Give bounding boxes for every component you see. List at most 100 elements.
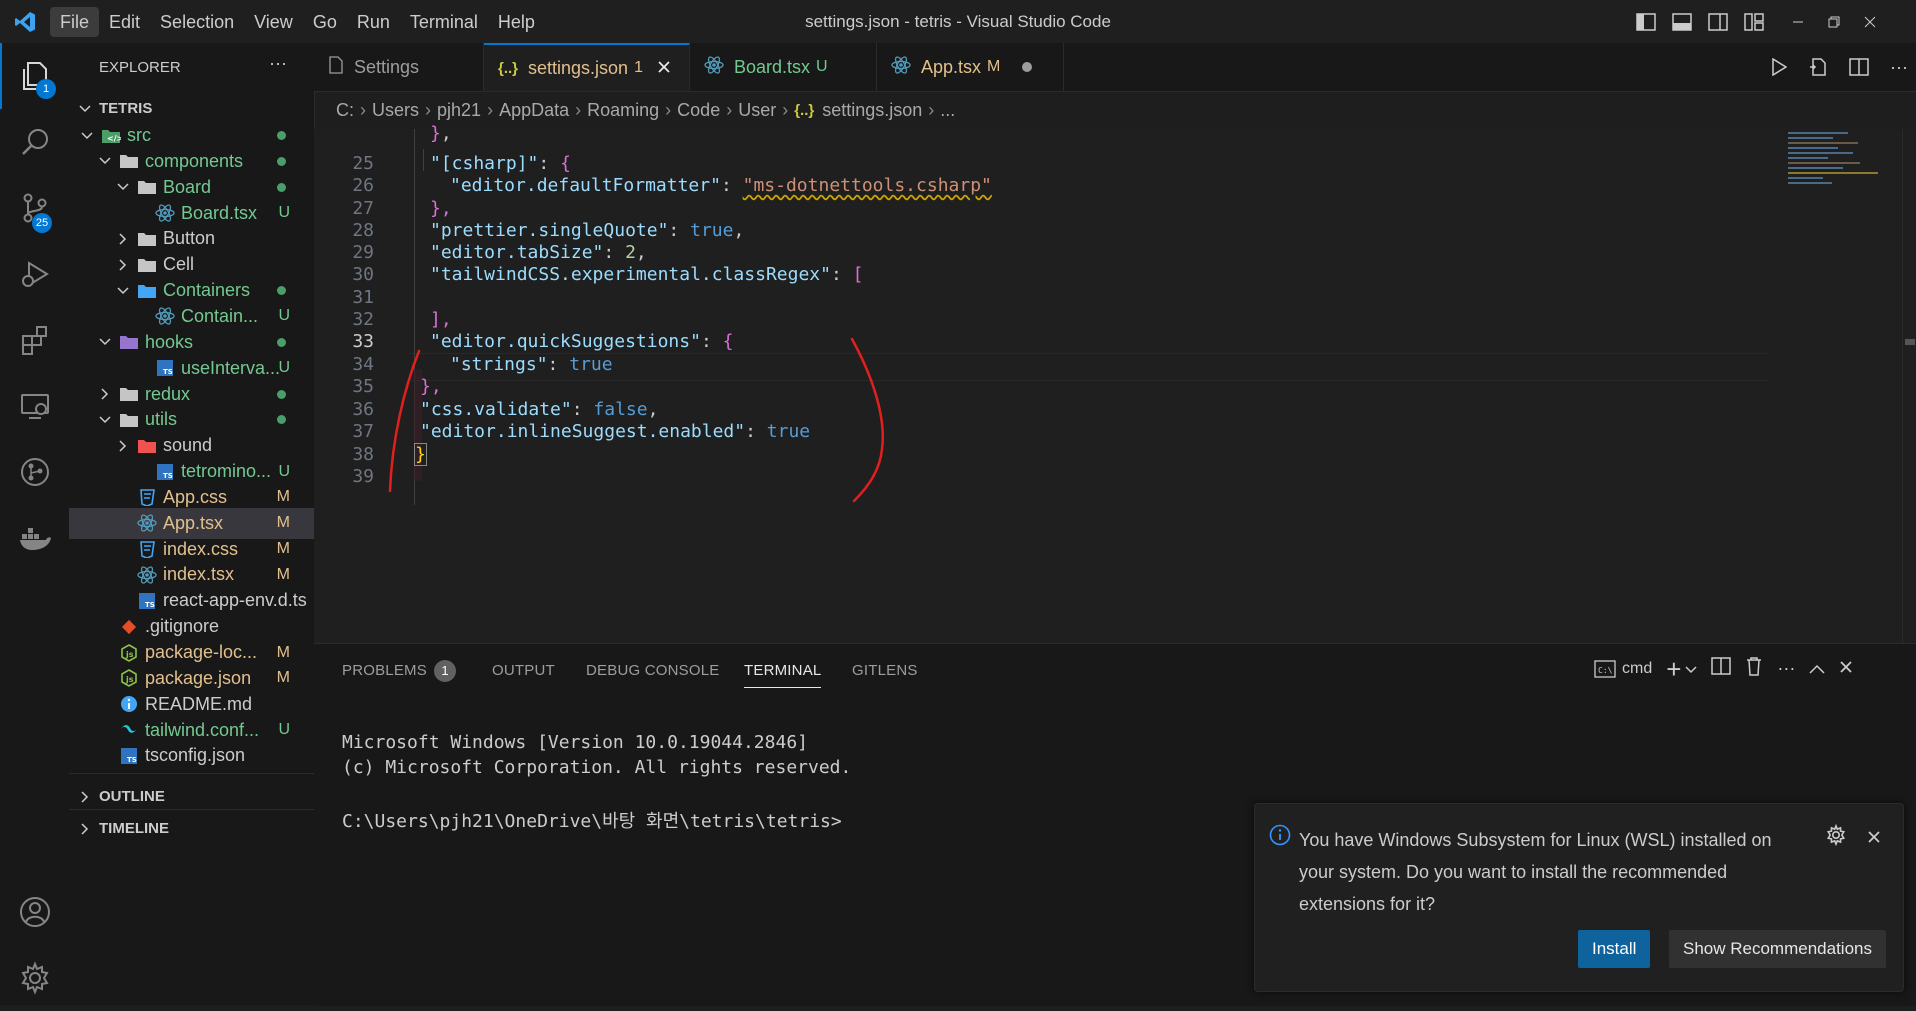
tab-app-tsx[interactable]: App.tsx M: [877, 43, 1064, 91]
code-editor[interactable]: 25 26 27 28 29 30 31 32 33 34 35 36 37 38 39 }, "[csha…: [314, 123, 1916, 643]
tab-settings-json[interactable]: {..} settings.json 1: [484, 43, 690, 91]
explorer-sidebar: EXPLORER ··· TETRIS </> src components Boar…: [69, 43, 315, 1005]
breadcrumb-item[interactable]: C:: [336, 100, 354, 121]
terminal-prompt[interactable]: C:\Users\pjh21\OneDrive\바탕 화면\tetris\tet…: [342, 807, 842, 833]
search-icon[interactable]: [0, 109, 69, 175]
breadcrumb-item[interactable]: Roaming: [587, 100, 659, 121]
source-control-icon[interactable]: 25: [0, 175, 69, 241]
svg-text:C:\: C:\: [1598, 666, 1613, 675]
tab-board-tsx[interactable]: Board.tsx U: [690, 43, 877, 91]
breadcrumb-item[interactable]: ...: [940, 100, 955, 121]
git-status-dot-icon: [277, 286, 286, 296]
wsl-notification: You have Windows Subsystem for Linux (WS…: [1254, 803, 1904, 992]
explorer-icon[interactable]: 1: [0, 43, 69, 109]
close-panel-icon[interactable]: [1839, 658, 1853, 679]
chevron-down-icon: [77, 101, 93, 117]
menu-go[interactable]: Go: [303, 7, 347, 37]
panel-tab-output[interactable]: OUTPUT: [492, 662, 555, 679]
tree-item-label: index.tsx: [163, 564, 235, 585]
install-button[interactable]: Install: [1578, 930, 1651, 968]
notification-close-icon[interactable]: [1867, 828, 1881, 849]
docker-icon[interactable]: [0, 505, 69, 571]
maximize-panel-icon[interactable]: [1809, 658, 1825, 679]
split-terminal-icon[interactable]: [1711, 657, 1732, 680]
new-terminal-icon[interactable]: +: [1666, 656, 1681, 682]
timeline-section[interactable]: TIMELINE: [69, 813, 314, 844]
close-icon[interactable]: [657, 58, 671, 79]
terminal-line: Microsoft Windows [Version 10.0.19044.28…: [342, 732, 808, 753]
chevron-down-icon[interactable]: [1685, 658, 1697, 679]
git-status-dot-icon: [277, 156, 286, 166]
split-editor-icon[interactable]: [1844, 52, 1874, 82]
panel-tab-terminal[interactable]: TERMINAL: [744, 662, 822, 688]
restore-icon[interactable]: [1816, 7, 1852, 37]
breadcrumb-item[interactable]: AppData: [499, 100, 569, 121]
annotation-drawing: [388, 337, 884, 503]
menu-help[interactable]: Help: [488, 7, 545, 37]
extensions-icon[interactable]: [0, 307, 69, 373]
tab-label: settings.json: [528, 57, 629, 78]
folder-icon: [119, 151, 139, 171]
more-actions-icon[interactable]: ···: [1884, 52, 1914, 82]
tree-item-label: Containers: [163, 280, 251, 301]
chevron-right-icon: [115, 257, 131, 273]
open-settings-ui-icon[interactable]: [1804, 52, 1834, 82]
more-actions-icon[interactable]: ···: [1777, 658, 1795, 679]
notification-message-line: You have Windows Subsystem for Linux (WS…: [1299, 830, 1772, 850]
folder-purple-icon: [119, 332, 139, 352]
menu-run[interactable]: Run: [347, 7, 400, 37]
accounts-icon[interactable]: [0, 879, 69, 945]
minimize-icon[interactable]: [1780, 7, 1816, 37]
chevron-right-icon: [77, 821, 93, 837]
toggle-panel-icon[interactable]: [1664, 7, 1700, 37]
tree-item-label: index.css: [163, 538, 239, 559]
breadcrumb-item[interactable]: Users: [372, 100, 419, 121]
menu-edit[interactable]: Edit: [99, 7, 150, 37]
npm-icon: js: [119, 643, 139, 663]
vscode-logo-icon: [0, 0, 50, 43]
show-recommendations-button[interactable]: Show Recommendations: [1669, 930, 1886, 968]
react-icon: [137, 513, 157, 533]
breadcrumb-item[interactable]: User: [738, 100, 776, 121]
breadcrumb-item[interactable]: pjh21: [437, 100, 481, 121]
folder-icon: [119, 410, 139, 430]
panel-tab-gitlens[interactable]: GITLENS: [852, 662, 918, 679]
toggle-secondary-sidebar-icon[interactable]: [1700, 7, 1736, 37]
notification-message-line: your system. Do you want to install the …: [1299, 862, 1728, 882]
tab-settings[interactable]: Settings: [314, 43, 484, 91]
editor-scrollbar[interactable]: [1902, 129, 1916, 643]
close-window-icon[interactable]: [1852, 7, 1888, 37]
menu-terminal[interactable]: Terminal: [400, 7, 488, 37]
npm-icon: js: [119, 668, 139, 688]
menu-file[interactable]: File: [50, 6, 100, 37]
tree-item-label: hooks: [145, 331, 194, 352]
explorer-more-button[interactable]: ···: [269, 53, 287, 74]
react-icon: [704, 55, 724, 80]
outline-section[interactable]: OUTLINE: [69, 781, 314, 812]
chevron-right-icon: [115, 438, 131, 454]
remote-explorer-icon[interactable]: [0, 373, 69, 439]
unsaved-dot-icon[interactable]: [1022, 62, 1033, 72]
src-icon: </>: [101, 126, 121, 146]
run-debug-icon[interactable]: [0, 241, 69, 307]
notification-settings-gear-icon[interactable]: [1825, 823, 1847, 851]
manage-gear-icon[interactable]: [0, 945, 69, 1011]
menu-selection[interactable]: Selection: [150, 7, 244, 37]
customize-layout-icon[interactable]: [1736, 7, 1772, 37]
folder-red-icon: [137, 436, 157, 456]
menu-view[interactable]: View: [244, 7, 303, 37]
minimap[interactable]: [1788, 129, 1900, 229]
breadcrumb-item[interactable]: settings.json: [822, 100, 922, 121]
gitlens-icon[interactable]: [0, 439, 69, 505]
explorer-badge: 1: [36, 79, 56, 99]
file-item[interactable]: TS tsconfig.json: [69, 740, 314, 771]
panel-tab-debug-console[interactable]: DEBUG CONSOLE: [586, 662, 719, 679]
kill-terminal-trash-icon[interactable]: [1745, 656, 1763, 681]
run-icon[interactable]: [1764, 52, 1794, 82]
terminal-name[interactable]: cmd: [1622, 660, 1652, 678]
toggle-primary-sidebar-icon[interactable]: [1628, 7, 1664, 37]
panel-tab-problems[interactable]: PROBLEMS: [342, 662, 427, 679]
breadcrumb-item[interactable]: Code: [677, 100, 720, 121]
ts-icon: TS: [155, 358, 175, 378]
git-status-dot-icon: [277, 415, 286, 425]
